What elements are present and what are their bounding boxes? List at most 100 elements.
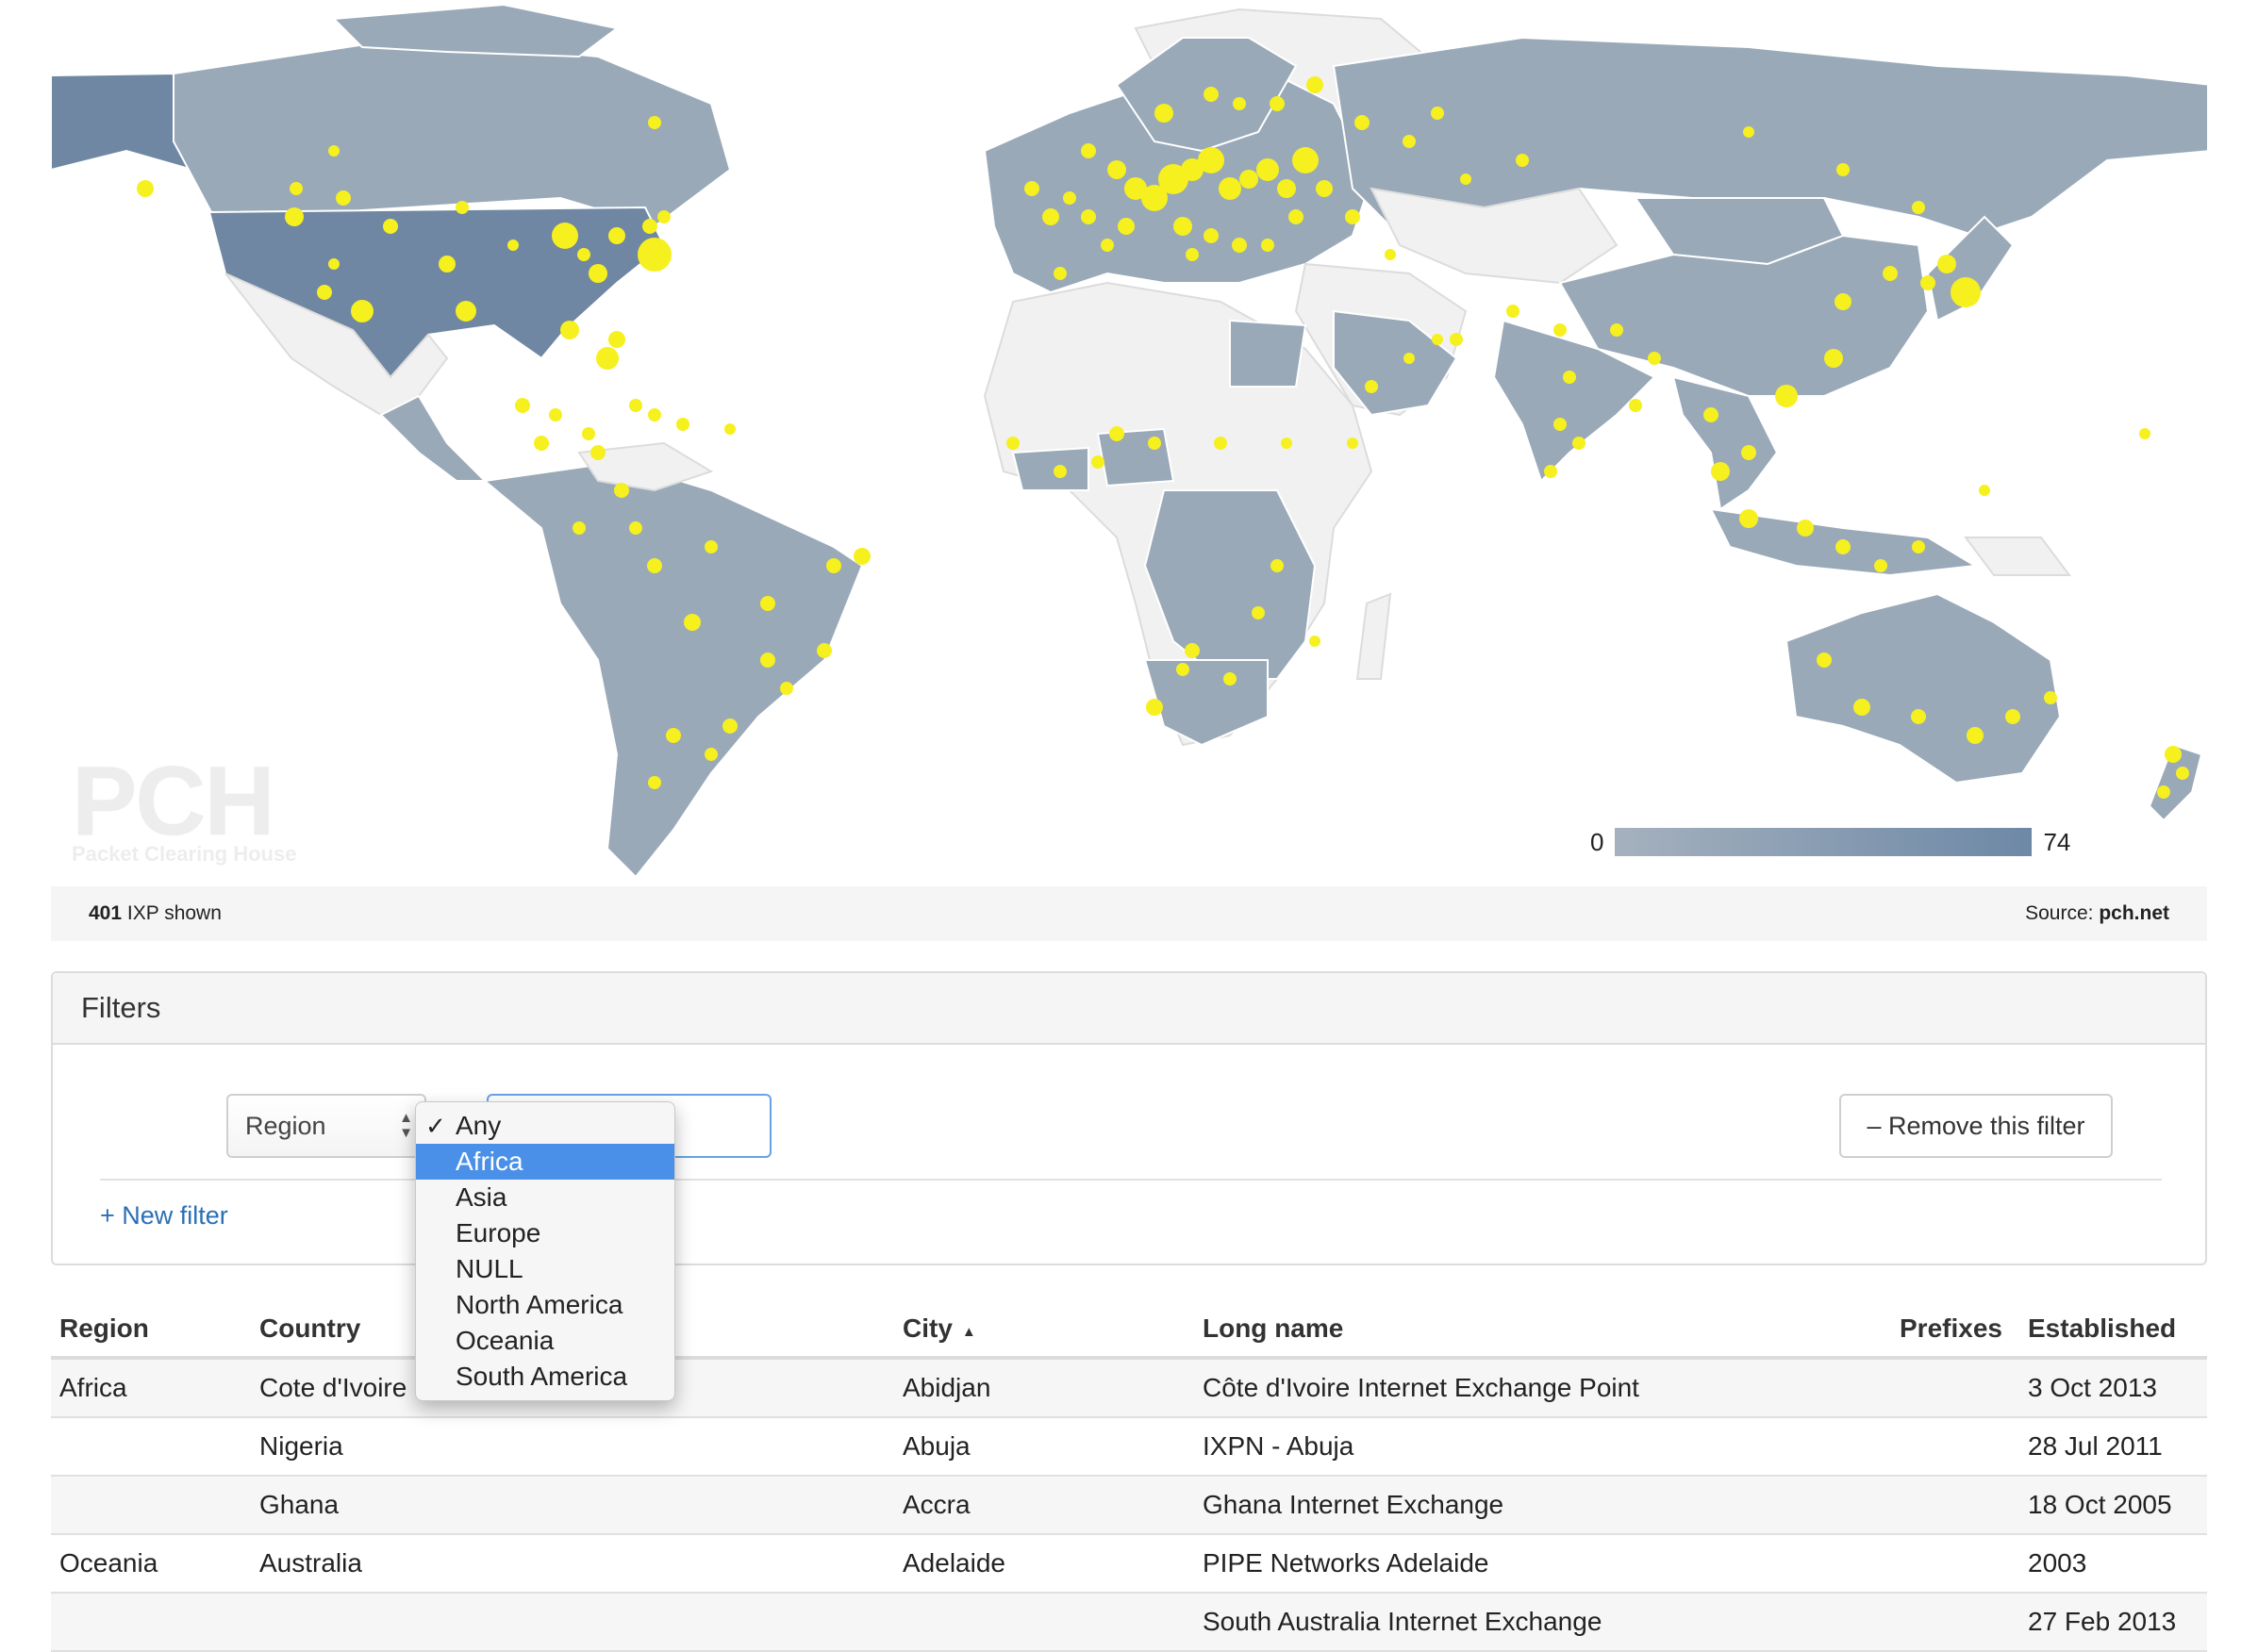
ixp-marker[interactable] bbox=[1544, 465, 1557, 478]
ixp-marker[interactable] bbox=[1450, 333, 1463, 346]
world-map[interactable]: PCH Packet Clearing House 0 74 bbox=[51, 0, 2207, 886]
ixp-marker[interactable] bbox=[1431, 107, 1444, 120]
ixp-marker[interactable] bbox=[1911, 709, 1926, 724]
ixp-marker[interactable] bbox=[1967, 727, 1984, 744]
table-row[interactable]: Nigeria Abuja IXPN - Abuja 28 Jul 2011 bbox=[51, 1418, 2207, 1477]
header-long-name[interactable]: Long name bbox=[1203, 1301, 1343, 1356]
ixp-marker[interactable] bbox=[638, 238, 672, 272]
ixp-marker[interactable] bbox=[1920, 275, 1935, 290]
ixp-marker[interactable] bbox=[383, 219, 398, 234]
dropdown-option[interactable]: South America bbox=[416, 1359, 674, 1395]
ixp-marker[interactable] bbox=[1006, 437, 1020, 450]
ixp-marker[interactable] bbox=[1563, 371, 1576, 384]
header-city[interactable]: City ▲ bbox=[903, 1301, 976, 1356]
ixp-marker[interactable] bbox=[1118, 218, 1135, 235]
filter-field-select[interactable]: Region ▲ ▼ bbox=[226, 1094, 426, 1158]
ixp-marker[interactable] bbox=[552, 223, 578, 249]
ixp-marker[interactable] bbox=[1261, 239, 1274, 252]
ixp-marker[interactable] bbox=[648, 408, 661, 421]
ixp-marker[interactable] bbox=[826, 558, 841, 573]
ixp-marker[interactable] bbox=[1553, 418, 1567, 431]
ixp-marker[interactable] bbox=[336, 190, 351, 206]
remove-filter-button[interactable]: – Remove this filter bbox=[1839, 1094, 2113, 1158]
ixp-marker[interactable] bbox=[573, 521, 586, 535]
ixp-marker[interactable] bbox=[1198, 147, 1224, 173]
ixp-marker[interactable] bbox=[1185, 643, 1200, 658]
new-filter-link[interactable]: + New filter bbox=[100, 1201, 228, 1231]
ixp-marker[interactable] bbox=[1146, 699, 1163, 716]
ixp-marker[interactable] bbox=[2044, 691, 2057, 704]
ixp-marker[interactable] bbox=[560, 321, 579, 339]
ixp-marker[interactable] bbox=[507, 240, 519, 251]
ixp-marker[interactable] bbox=[1252, 606, 1265, 620]
ixp-marker[interactable] bbox=[1711, 462, 1730, 481]
ixp-marker[interactable] bbox=[1154, 104, 1173, 123]
ixp-marker[interactable] bbox=[629, 521, 642, 535]
dropdown-option[interactable]: Africa bbox=[416, 1144, 674, 1180]
header-prefixes[interactable]: Prefixes bbox=[1900, 1301, 2002, 1356]
table-row[interactable]: Africa Cote d'Ivoire Abidjan Côte d'Ivoire … bbox=[51, 1360, 2207, 1418]
dropdown-option[interactable]: NULL bbox=[416, 1251, 674, 1287]
ixp-marker[interactable] bbox=[285, 207, 304, 226]
ixp-marker[interactable] bbox=[760, 653, 775, 668]
ixp-marker[interactable] bbox=[1883, 266, 1898, 281]
ixp-marker[interactable] bbox=[589, 264, 607, 283]
ixp-marker[interactable] bbox=[582, 427, 595, 440]
ixp-marker[interactable] bbox=[1281, 438, 1292, 449]
ixp-marker[interactable] bbox=[1817, 653, 1832, 668]
ixp-marker[interactable] bbox=[1432, 334, 1443, 345]
ixp-marker[interactable] bbox=[1775, 385, 1798, 407]
ixp-marker[interactable] bbox=[614, 483, 629, 498]
region-value-dropdown[interactable]: ✓ Any Africa Asia Europe NULL North America Oce… bbox=[415, 1101, 675, 1401]
ixp-marker[interactable] bbox=[577, 248, 590, 261]
ixp-marker[interactable] bbox=[1239, 170, 1258, 189]
ixp-marker[interactable] bbox=[2176, 767, 2189, 780]
ixp-marker[interactable] bbox=[724, 423, 736, 435]
ixp-marker[interactable] bbox=[1232, 238, 1247, 253]
dropdown-option[interactable]: ✓ Any bbox=[416, 1108, 674, 1144]
ixp-marker[interactable] bbox=[705, 540, 718, 553]
ixp-marker[interactable] bbox=[1741, 445, 1756, 460]
ixp-marker[interactable] bbox=[657, 210, 671, 223]
table-row[interactable]: Oceania Australia Adelaide PIPE Networks Ad… bbox=[51, 1535, 2207, 1594]
ixp-marker[interactable] bbox=[1223, 672, 1237, 686]
ixp-marker[interactable] bbox=[1176, 663, 1189, 676]
ixp-marker[interactable] bbox=[2139, 428, 2150, 439]
ixp-marker[interactable] bbox=[1516, 154, 1529, 167]
ixp-marker[interactable] bbox=[1233, 97, 1246, 110]
ixp-marker[interactable] bbox=[1703, 407, 1718, 422]
ixp-marker[interactable] bbox=[1148, 437, 1161, 450]
ixp-marker[interactable] bbox=[1572, 437, 1586, 450]
ixp-marker[interactable] bbox=[328, 145, 340, 157]
source-link[interactable]: pch.net bbox=[2099, 902, 2169, 924]
ixp-marker[interactable] bbox=[1270, 559, 1284, 572]
ixp-marker[interactable] bbox=[1853, 699, 1870, 716]
header-region[interactable]: Region bbox=[59, 1301, 149, 1356]
ixp-marker[interactable] bbox=[1951, 277, 1981, 307]
ixp-marker[interactable] bbox=[1874, 559, 1887, 572]
ixp-marker[interactable] bbox=[1042, 208, 1059, 225]
ixp-marker[interactable] bbox=[1797, 520, 1814, 537]
ixp-marker[interactable] bbox=[1385, 249, 1396, 260]
ixp-marker[interactable] bbox=[676, 418, 689, 431]
ixp-marker[interactable] bbox=[1292, 147, 1319, 173]
ixp-marker[interactable] bbox=[1054, 465, 1067, 478]
ixp-marker[interactable] bbox=[1186, 248, 1199, 261]
ixp-marker[interactable] bbox=[722, 719, 738, 734]
ixp-marker[interactable] bbox=[2157, 785, 2170, 799]
ixp-marker[interactable] bbox=[705, 748, 718, 761]
ixp-marker[interactable] bbox=[351, 300, 374, 322]
ixp-marker[interactable] bbox=[1648, 352, 1661, 365]
ixp-marker[interactable] bbox=[629, 399, 642, 412]
dropdown-option[interactable]: Asia bbox=[416, 1180, 674, 1215]
ixp-marker[interactable] bbox=[1204, 87, 1219, 102]
ixp-marker[interactable] bbox=[817, 643, 832, 658]
ixp-marker[interactable] bbox=[648, 776, 661, 789]
ixp-marker[interactable] bbox=[1306, 76, 1323, 93]
ixp-marker[interactable] bbox=[780, 682, 793, 695]
ixp-marker[interactable] bbox=[590, 445, 606, 460]
dropdown-option[interactable]: Oceania bbox=[416, 1323, 674, 1359]
ixp-marker[interactable] bbox=[1836, 163, 1850, 176]
ixp-marker[interactable] bbox=[515, 398, 530, 413]
ixp-marker[interactable] bbox=[647, 558, 662, 573]
